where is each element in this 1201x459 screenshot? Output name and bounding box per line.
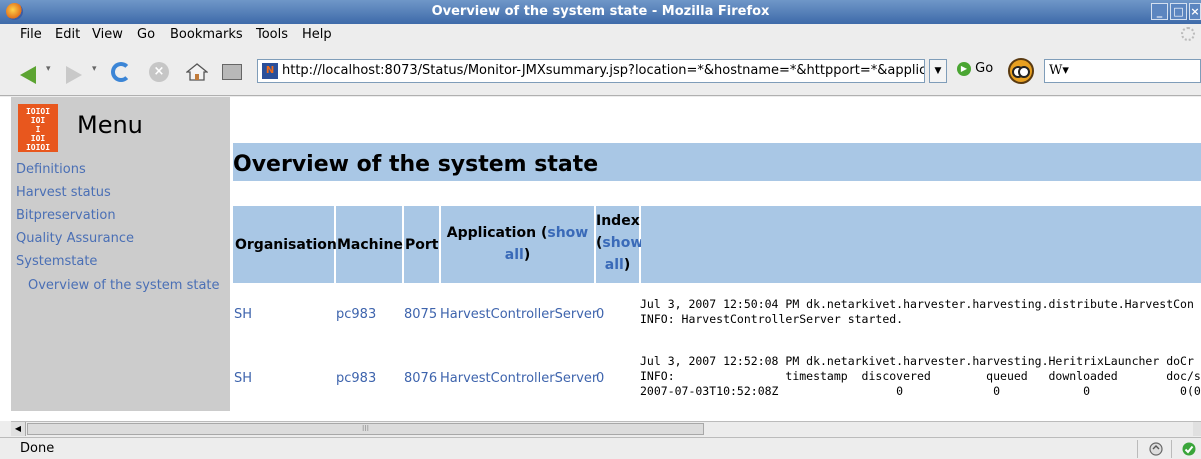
menu-bookmarks[interactable]: Bookmarks	[170, 27, 243, 42]
sidebar-item-systemstate[interactable]: Systemstate	[16, 254, 97, 269]
menu-bar: File Edit View Go Bookmarks Tools Help	[0, 24, 1201, 46]
menu-go[interactable]: Go	[137, 27, 155, 42]
sidebar-item-harvest-status[interactable]: Harvest status	[16, 185, 111, 200]
scrollbar-thumb[interactable]: III	[27, 423, 704, 435]
header-machine: Machine	[337, 237, 403, 253]
owl-extension-icon[interactable]	[1008, 58, 1034, 84]
row1-index[interactable]: 0	[596, 307, 604, 322]
header-index: Index (show all)	[596, 213, 644, 273]
home-icon	[186, 63, 208, 81]
minimize-button[interactable]: _	[1151, 3, 1168, 20]
popup-blocker-icon[interactable]	[1148, 441, 1164, 457]
forward-button[interactable]	[62, 58, 88, 84]
header-index-cell: Index (show all)	[596, 206, 644, 283]
page-content: IOIOI IOI I IOI IOIOI Menu Definitions H…	[0, 97, 1201, 421]
url-bar[interactable]: N http://localhost:8073/Status/Monitor-J…	[257, 59, 925, 83]
close-button[interactable]: ×	[1189, 3, 1201, 20]
status-text: Done	[20, 441, 55, 456]
maximize-button[interactable]: □	[1170, 3, 1187, 20]
row2-log-message: Jul 3, 2007 12:52:08 PM dk.netarkivet.ha…	[640, 354, 1201, 398]
menu-heading: Menu	[77, 111, 143, 139]
sidebar-item-definitions[interactable]: Definitions	[16, 162, 86, 177]
wikipedia-engine-icon[interactable]: W▾	[1049, 63, 1069, 78]
scroll-right-button[interactable]	[1193, 422, 1201, 436]
row1-organisation[interactable]: SH	[234, 307, 252, 322]
row1-port[interactable]: 8075	[404, 307, 437, 322]
navigation-toolbar: ▾ ▾ × N http://localhost:8073/Status/Mon…	[0, 46, 1201, 96]
row2-machine[interactable]: pc983	[336, 371, 376, 386]
print-icon	[222, 64, 242, 80]
header-organisation-cell: Organisation	[233, 206, 337, 283]
menu-file[interactable]: File	[20, 27, 42, 42]
scroll-left-button[interactable]: ◀	[11, 422, 26, 436]
go-label: Go	[975, 61, 994, 76]
browser-window: Overview of the system state - Mozilla F…	[0, 0, 1201, 459]
url-history-dropdown[interactable]: ▼	[929, 59, 947, 83]
sidebar-menu: IOIOI IOI I IOI IOIOI Menu Definitions H…	[11, 97, 230, 411]
row1-application[interactable]: HarvestControllerServer	[440, 307, 597, 322]
menu-view[interactable]: View	[92, 27, 123, 42]
horizontal-scrollbar[interactable]: ◀ III	[11, 421, 1201, 436]
stop-button[interactable]: ×	[146, 58, 172, 82]
row1-log-message: Jul 3, 2007 12:50:04 PM dk.netarkivet.ha…	[640, 297, 1194, 326]
header-application-cell: Application (show all)	[441, 206, 594, 283]
page-title: Overview of the system state	[233, 152, 599, 177]
sidebar-item-quality-assurance[interactable]: Quality Assurance	[16, 231, 134, 246]
row2-organisation[interactable]: SH	[234, 371, 252, 386]
go-button[interactable]: ▶ Go	[957, 61, 993, 81]
header-log-cell	[641, 206, 1201, 283]
row1-machine[interactable]: pc983	[336, 307, 376, 322]
sidebar-item-overview-system-state[interactable]: Overview of the system state	[28, 278, 220, 293]
header-application: Application (show all)	[446, 225, 589, 263]
print-button[interactable]	[219, 58, 245, 82]
reload-icon	[111, 62, 131, 82]
home-button[interactable]	[183, 58, 209, 82]
header-port-cell: Port	[404, 206, 439, 283]
status-separator	[1171, 440, 1172, 458]
back-arrow-icon	[20, 66, 36, 84]
activity-throbber-icon	[1181, 27, 1195, 41]
sidebar-item-bitpreservation[interactable]: Bitpreservation	[16, 208, 116, 223]
header-organisation: Organisation	[235, 237, 337, 253]
forward-arrow-icon	[66, 66, 82, 84]
back-button[interactable]	[18, 58, 44, 84]
status-bar: Done	[0, 437, 1201, 459]
menu-tools[interactable]: Tools	[256, 27, 288, 42]
menu-edit[interactable]: Edit	[55, 27, 80, 42]
go-arrow-icon: ▶	[957, 61, 971, 76]
forward-history-dropdown[interactable]: ▾	[92, 64, 97, 74]
url-text[interactable]: http://localhost:8073/Status/Monitor-JMX…	[282, 63, 924, 78]
status-separator	[1137, 440, 1138, 458]
search-box[interactable]: W▾	[1044, 59, 1201, 83]
header-machine-cell: Machine	[336, 206, 403, 283]
row2-index[interactable]: 0	[596, 371, 604, 386]
menu-help[interactable]: Help	[302, 27, 332, 42]
title-bar: Overview of the system state - Mozilla F…	[0, 0, 1201, 24]
back-history-dropdown[interactable]: ▾	[46, 64, 51, 74]
site-favicon-icon: N	[262, 63, 278, 79]
row2-port[interactable]: 8076	[404, 371, 437, 386]
row2-application[interactable]: HarvestControllerServer	[440, 371, 597, 386]
status-ok-icon[interactable]	[1181, 441, 1197, 457]
reload-button[interactable]	[108, 58, 134, 82]
window-title: Overview of the system state - Mozilla F…	[431, 4, 770, 19]
stop-icon: ×	[149, 62, 169, 82]
netarkivet-logo: IOIOI IOI I IOI IOIOI	[18, 104, 58, 152]
header-port: Port	[405, 237, 439, 253]
